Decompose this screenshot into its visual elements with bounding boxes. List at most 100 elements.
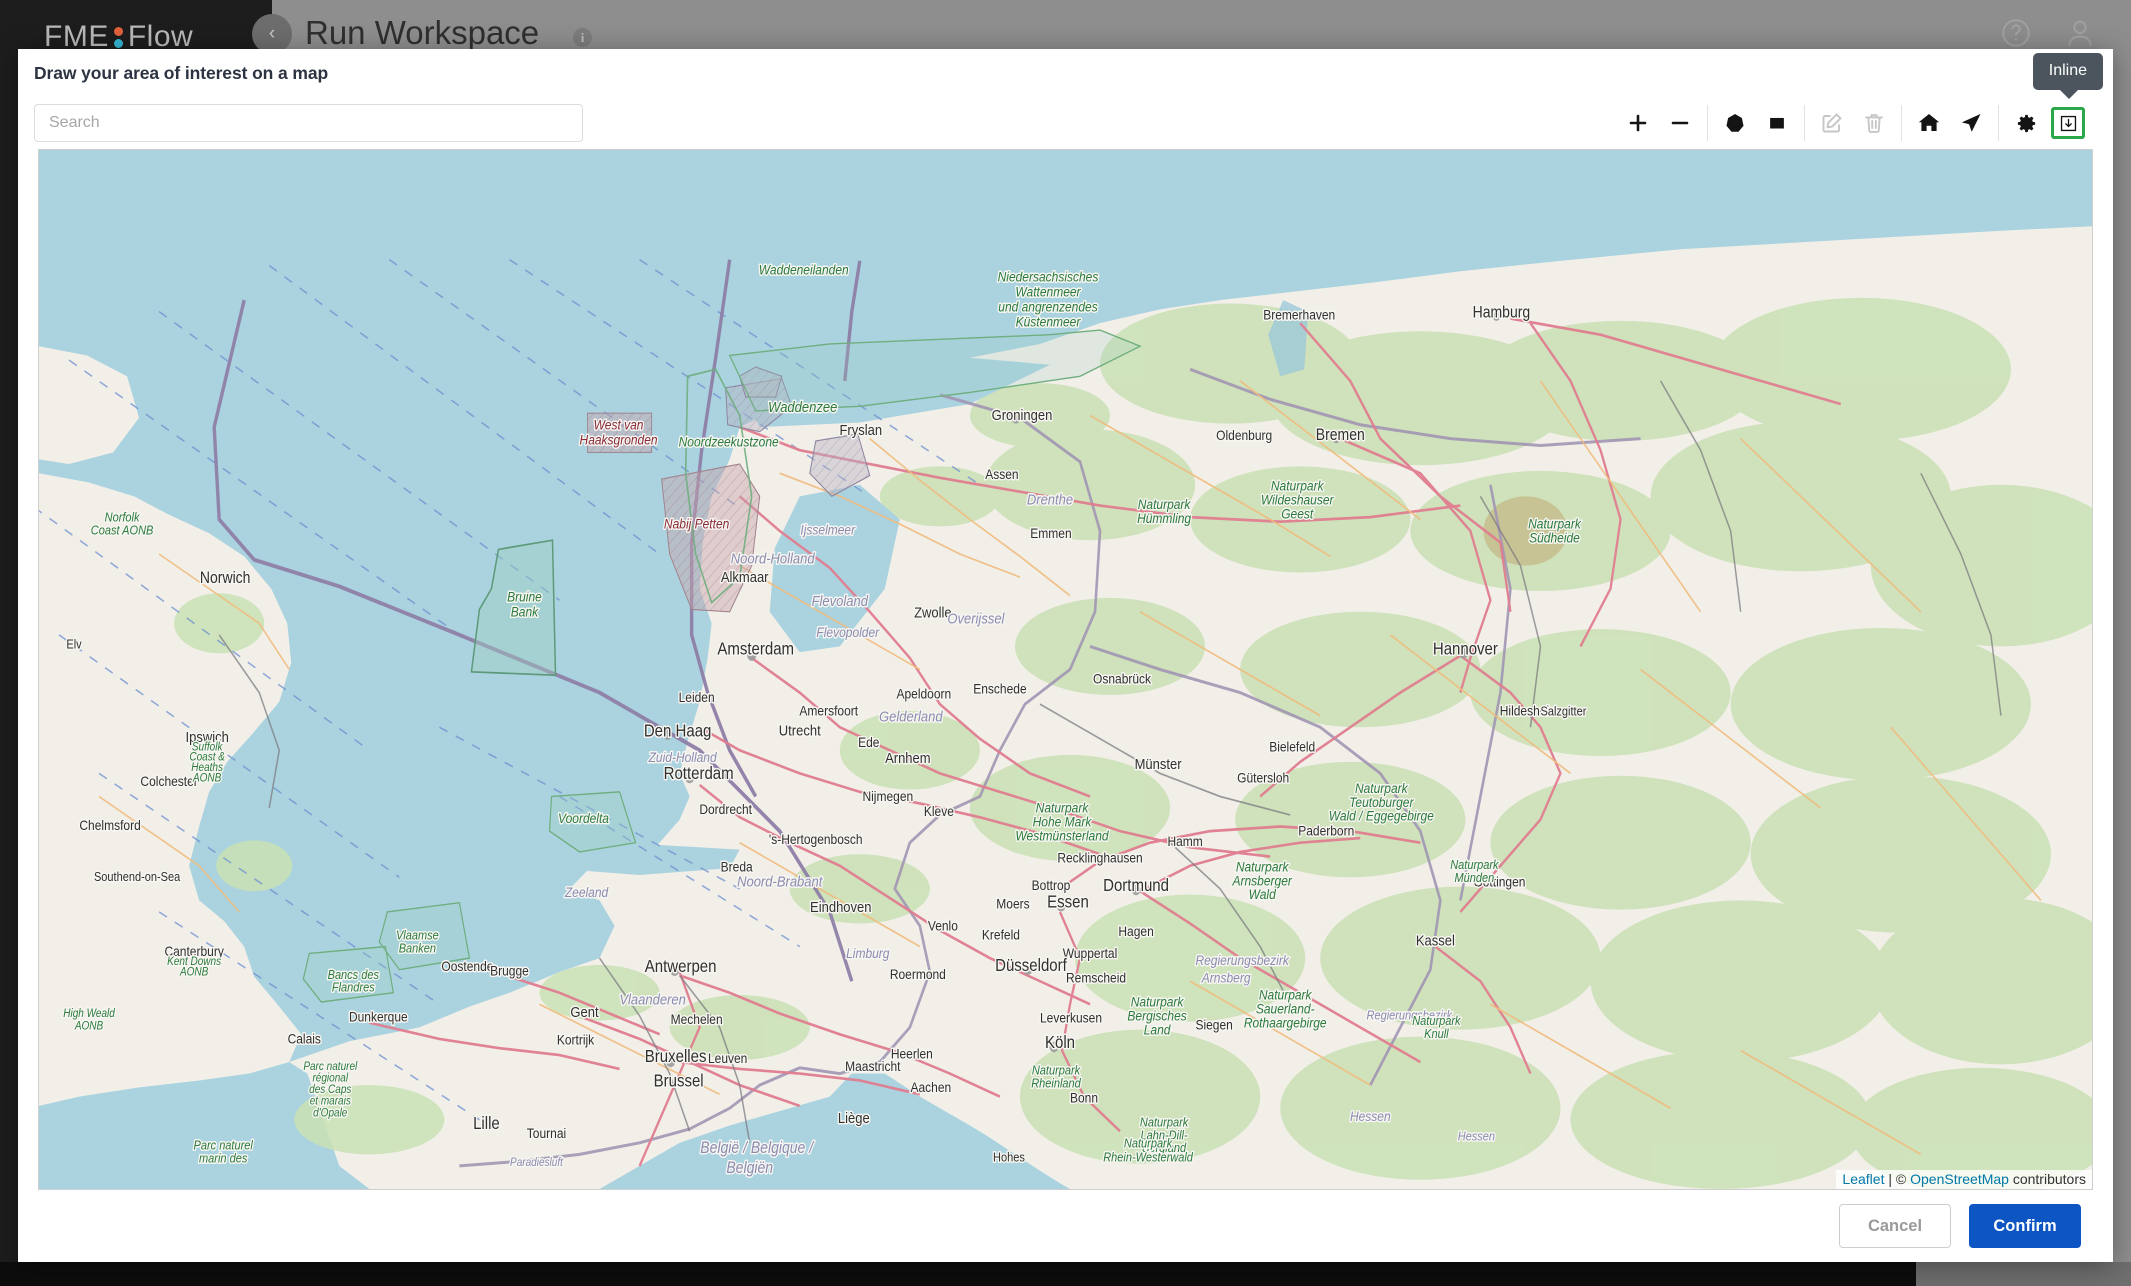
map-label-city: Hohes: [993, 1150, 1025, 1165]
modal-footer: Cancel Confirm: [18, 1190, 2113, 1262]
map-label-city: Köln: [1045, 1033, 1075, 1052]
zoom-out-button[interactable]: [1659, 105, 1701, 141]
map-label-region: Flevopolder: [816, 624, 879, 640]
map-label-region: Paradiesluft: [510, 1156, 564, 1169]
map-label-city: Assen: [985, 466, 1018, 482]
locate-me-button[interactable]: [1950, 105, 1992, 141]
map-label-city: Düsseldorf: [995, 956, 1067, 975]
map-label-nature-area: High Weald: [63, 1007, 115, 1020]
zoom-in-button[interactable]: [1617, 105, 1659, 141]
map-label-city: Groningen: [992, 406, 1053, 423]
map-label-city: Salzgitter: [1541, 704, 1587, 719]
map-label-city: Hannover: [1433, 640, 1499, 659]
map-label-city: Lille: [473, 1114, 500, 1133]
copyright-symbol: ©: [1895, 1171, 1911, 1187]
map-label-city: Utrecht: [779, 721, 821, 738]
map-label-region: Arnsberg: [1201, 970, 1251, 986]
back-chevron-icon[interactable]: ‹: [252, 14, 292, 54]
map-label-nature-area: Wattenmeer: [1015, 284, 1081, 300]
map-label-city: 's-Hertogenbosch: [769, 831, 863, 847]
map-label-city: Oostende: [441, 958, 493, 974]
draw-rectangle-button[interactable]: [1756, 105, 1798, 141]
logo-dots-icon: [113, 26, 123, 48]
map-label-city: Recklinghausen: [1057, 849, 1142, 865]
map-label-nature-area: AONB: [192, 772, 221, 785]
home-extent-button[interactable]: [1908, 105, 1950, 141]
map-label-city: Bremerhaven: [1263, 307, 1335, 323]
leaflet-link[interactable]: Leaflet: [1842, 1171, 1884, 1187]
confirm-button[interactable]: Confirm: [1969, 1204, 2081, 1248]
modal-toolbar: Inline: [18, 53, 2113, 149]
map-label-city: Den Haag: [644, 721, 712, 740]
map-label-city: Chelmsford: [79, 817, 140, 833]
map-label-region: Hessen: [1458, 1129, 1496, 1144]
inline-button[interactable]: [2051, 107, 2085, 139]
map-label-city: Rotterdam: [664, 764, 734, 783]
map-label-city: Gütersloh: [1237, 770, 1289, 786]
map-label-city: Gent: [570, 1003, 598, 1020]
map-label-city: Leverkusen: [1040, 1010, 1102, 1026]
map-label-city: Colchester: [140, 773, 198, 789]
map-label-nature-area: Land: [1144, 1021, 1171, 1037]
map-label-nature-area: Münden: [1455, 870, 1495, 885]
map-label-city: Apeldoorn: [897, 686, 952, 702]
map-label-city: Brussel: [654, 1071, 704, 1090]
map-label-nature-area: Küstenmeer: [1016, 314, 1081, 330]
map-label-nature-area: Banken: [399, 941, 437, 956]
map-label-city: Zwolle: [914, 604, 952, 621]
map-label-maritime-zone: Nabij Petten: [664, 516, 729, 532]
cancel-button[interactable]: Cancel: [1839, 1204, 1951, 1248]
modal-title: Draw your area of interest on a map: [34, 62, 329, 83]
map-label-region: Drenthe: [1027, 491, 1073, 508]
map-label-city: Nijmegen: [862, 788, 913, 804]
map-label-city: Hamm: [1167, 833, 1202, 849]
map-label-nature-area: Rhein-Westerwald: [1103, 1150, 1193, 1165]
map-label-maritime-zone: Haaksgronden: [580, 432, 658, 448]
map-label-maritime-zone: West van: [594, 417, 644, 433]
map-label-city: Brugge: [490, 963, 529, 979]
map-label-city: Paderborn: [1298, 823, 1354, 839]
map-label-nature-area: marin des: [199, 1151, 247, 1166]
map-label-nature-area: Westmünsterland: [1015, 828, 1109, 844]
map-label-city: Southend-on-Sea: [94, 869, 181, 884]
attribution-separator: |: [1884, 1171, 1896, 1187]
map-label-city: Liège: [838, 1109, 870, 1126]
modal-header: Draw your area of interest on a map: [18, 49, 2113, 97]
info-icon[interactable]: i: [573, 28, 592, 47]
map-label-city: Arnhem: [885, 749, 931, 766]
map-label-region: Noord-Holland: [731, 549, 816, 566]
map-canvas[interactable]: NorwichIpswichColchesterChelmsfordSouthe…: [39, 150, 2092, 1189]
map-label-city: Bremen: [1316, 426, 1365, 444]
map-label-nature-area: Wald / Eggegebirge: [1329, 808, 1434, 824]
map-label-nature-area: Südheide: [1529, 530, 1580, 546]
map-label-city: Osnabrück: [1093, 671, 1152, 687]
attribution-suffix: contributors: [2008, 1171, 2086, 1187]
map-label-region: Overijssel: [947, 609, 1005, 626]
map-label-nature-area: Wald: [1249, 886, 1277, 902]
leaflet-map[interactable]: Norwich Ipswich Colchester Chelmsford Southe…: [38, 149, 2093, 1190]
map-label-nature-area: AONB: [179, 966, 208, 979]
delete-shape-button: [1853, 105, 1895, 141]
map-label-nature-area: d'Opale: [313, 1107, 347, 1120]
map-label-nature-area: Waddeneilanden: [759, 262, 849, 278]
map-label-nature-area: Knull: [1424, 1026, 1449, 1041]
map-tool-bar: [1611, 104, 2095, 142]
openstreetmap-link[interactable]: OpenStreetMap: [1910, 1171, 2009, 1187]
search-input[interactable]: [34, 104, 583, 142]
map-label-nature-area: Bank: [511, 604, 540, 620]
map-label-city: Remscheid: [1066, 970, 1126, 986]
map-label-city: Calais: [288, 1031, 322, 1047]
map-label-city: Mechelen: [671, 1011, 723, 1027]
map-label-city: Bruxelles: [645, 1047, 707, 1066]
map-label-city: Dunkerque: [349, 1009, 408, 1025]
map-label-city: Venlo: [928, 918, 958, 934]
map-label-city: Elv: [66, 637, 81, 652]
inline-tooltip: Inline: [2032, 53, 2103, 99]
page-title: Run Workspace: [305, 14, 540, 51]
map-label-nature-area: Waddenzee: [768, 398, 837, 415]
map-label-nature-area: Rothaargebirge: [1244, 1015, 1327, 1031]
map-label-city: Leuven: [708, 1050, 747, 1066]
map-label-city: Hamburg: [1473, 304, 1531, 322]
draw-polygon-button[interactable]: [1714, 105, 1756, 141]
settings-gear-button[interactable]: [2005, 105, 2047, 141]
